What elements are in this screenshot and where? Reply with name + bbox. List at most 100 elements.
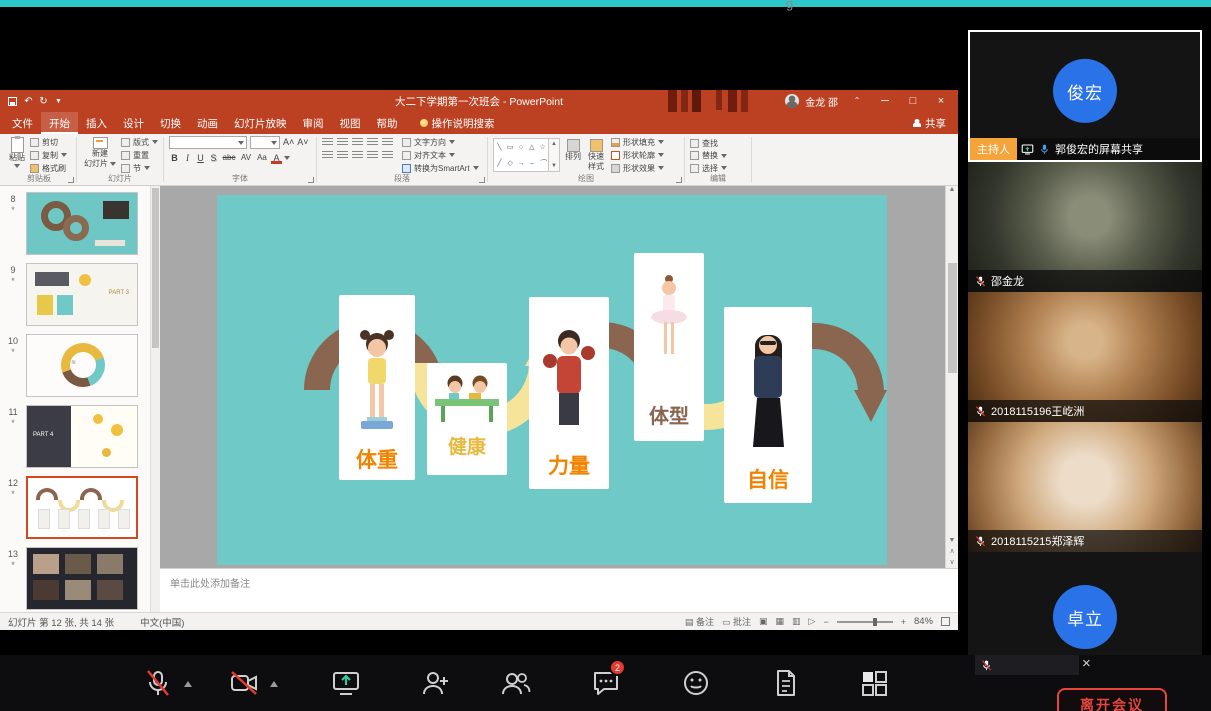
- slide-sorter-view-icon[interactable]: ▦: [776, 616, 785, 627]
- numbering-icon[interactable]: [337, 138, 348, 147]
- tab-file[interactable]: 文件: [4, 112, 41, 134]
- tab-help[interactable]: 帮助: [369, 112, 406, 134]
- bold-button[interactable]: B: [169, 152, 180, 164]
- participant-tile-host[interactable]: 俊宏 主持人 郭俊宏的屏幕共享: [968, 30, 1202, 162]
- reset-button[interactable]: 重置: [121, 149, 158, 161]
- shape-outline-button[interactable]: 形状轮廓: [611, 149, 664, 161]
- replace-button[interactable]: 替换: [690, 150, 727, 161]
- mic-button[interactable]: [142, 667, 174, 699]
- camera-options-icon[interactable]: [270, 681, 278, 687]
- zoom-level[interactable]: 84%: [914, 616, 933, 627]
- slideshow-view-icon[interactable]: ▷: [809, 616, 816, 627]
- dialog-launcher-icon[interactable]: [308, 177, 314, 183]
- canvas-scrollbar[interactable]: ▲ ▼ ∧ ∨: [945, 186, 958, 568]
- text-shadow-button[interactable]: S: [208, 152, 219, 164]
- close-button[interactable]: ×: [928, 90, 954, 112]
- next-slide-button[interactable]: ∨: [949, 558, 954, 566]
- zoom-slider-thumb[interactable]: [873, 618, 877, 626]
- scroll-up-icon[interactable]: ▲: [949, 186, 956, 193]
- participant-tile[interactable]: 2018115196王屹洲: [968, 292, 1202, 422]
- find-button[interactable]: 查找: [690, 138, 727, 149]
- paste-button[interactable]: 粘贴: [7, 136, 27, 174]
- normal-view-icon[interactable]: ▣: [759, 616, 768, 627]
- save-icon[interactable]: [8, 97, 17, 106]
- slide-thumbnail-13[interactable]: [26, 547, 138, 610]
- tab-view[interactable]: 视图: [332, 112, 369, 134]
- bullets-icon[interactable]: [322, 138, 333, 147]
- participants-button[interactable]: [500, 667, 532, 699]
- font-name-combo[interactable]: [169, 136, 247, 149]
- reading-view-icon[interactable]: ▥: [792, 616, 801, 627]
- slide-thumbnail-11[interactable]: PART 4: [26, 405, 138, 468]
- ribbon-display-options-icon[interactable]: ⌃: [844, 90, 870, 112]
- leave-meeting-button[interactable]: 离开会议: [1057, 688, 1167, 711]
- shapes-gallery[interactable]: ╲▭○△☆╱◇→⌣⌒: [493, 138, 549, 172]
- line-spacing-icon[interactable]: [382, 138, 393, 147]
- slide-editing-area[interactable]: 体重 健康: [160, 186, 958, 568]
- cut-button[interactable]: 剪切: [30, 136, 67, 148]
- camera-button[interactable]: [228, 667, 260, 699]
- strikethrough-button[interactable]: abc: [221, 152, 237, 164]
- tab-home[interactable]: 开始: [41, 112, 78, 134]
- scroll-down-icon[interactable]: ▼: [949, 537, 956, 544]
- zoom-slider[interactable]: [837, 621, 893, 623]
- comments-toggle[interactable]: ▭ 批注: [722, 615, 751, 628]
- arrange-button[interactable]: 排列: [563, 136, 583, 174]
- slide-thumbnail-9[interactable]: PART 3: [26, 263, 138, 326]
- align-center-icon[interactable]: [337, 151, 348, 160]
- shapes-gallery-scroll[interactable]: ▲▼: [549, 138, 560, 172]
- tab-animations[interactable]: 动画: [189, 112, 226, 134]
- dialog-launcher-icon[interactable]: [68, 177, 74, 183]
- maximize-button[interactable]: □: [900, 90, 926, 112]
- change-case-button[interactable]: Aa: [255, 152, 269, 164]
- tell-me-search[interactable]: 操作说明搜索: [420, 112, 495, 134]
- quick-styles-button[interactable]: 快速 样式: [586, 136, 606, 174]
- font-size-combo[interactable]: [250, 136, 280, 149]
- columns-icon[interactable]: [382, 151, 393, 160]
- notes-pane[interactable]: 单击此处添加备注: [160, 568, 958, 612]
- layout-button[interactable]: [858, 667, 890, 699]
- layout-button[interactable]: 版式: [121, 136, 158, 148]
- invite-button[interactable]: [420, 667, 452, 699]
- new-slide-button[interactable]: 新建 幻灯片: [82, 136, 118, 174]
- align-text-button[interactable]: 对齐文本: [402, 149, 479, 161]
- tab-slideshow[interactable]: 幻灯片放映: [226, 112, 295, 134]
- share-button[interactable]: 共享: [901, 112, 958, 134]
- slide-thumbnail-10[interactable]: ≋: [26, 334, 138, 397]
- slide-thumbnail-8[interactable]: [26, 192, 138, 255]
- ppt-title-bar[interactable]: ↶ ↻ ▼ 大二下学期第一次班会 - PowerPoint 金龙 邵 ⌃ ─ □…: [0, 90, 958, 112]
- reactions-button[interactable]: [680, 667, 712, 699]
- tab-insert[interactable]: 插入: [78, 112, 115, 134]
- zoom-out-button[interactable]: −: [823, 617, 828, 627]
- docs-button[interactable]: [770, 667, 802, 699]
- dialog-launcher-icon[interactable]: [676, 177, 682, 183]
- fit-slide-icon[interactable]: [941, 617, 950, 626]
- participant-tile[interactable]: 卓立: [968, 552, 1202, 655]
- tab-transitions[interactable]: 切换: [152, 112, 189, 134]
- notes-toggle[interactable]: ▤ 备注: [685, 615, 714, 628]
- language-indicator[interactable]: 中文(中国): [140, 615, 184, 629]
- tab-review[interactable]: 审阅: [295, 112, 332, 134]
- thumbnail-scrollbar[interactable]: [150, 186, 160, 612]
- zoom-in-button[interactable]: +: [901, 617, 906, 627]
- current-slide[interactable]: 体重 健康: [217, 195, 887, 565]
- underline-button[interactable]: U: [195, 152, 206, 164]
- font-color-button[interactable]: A: [271, 152, 282, 164]
- scrollbar-thumb[interactable]: [948, 263, 957, 373]
- participant-tile[interactable]: 2018115215郑泽辉: [968, 422, 1202, 552]
- share-screen-button[interactable]: [330, 667, 362, 699]
- tab-design[interactable]: 设计: [115, 112, 152, 134]
- align-right-icon[interactable]: [352, 151, 363, 160]
- quick-access-more-icon[interactable]: ▼: [51, 98, 66, 105]
- minimize-button[interactable]: ─: [872, 90, 898, 112]
- copy-button[interactable]: 复制: [30, 149, 67, 161]
- text-direction-button[interactable]: 文字方向: [402, 136, 479, 148]
- justify-icon[interactable]: [367, 151, 378, 160]
- increase-indent-icon[interactable]: [367, 138, 378, 147]
- dialog-launcher-icon[interactable]: [479, 177, 485, 183]
- character-spacing-button[interactable]: AV: [239, 152, 253, 164]
- slide-thumbnail-12-selected[interactable]: [26, 476, 138, 539]
- decrease-indent-icon[interactable]: [352, 138, 363, 147]
- redo-icon[interactable]: ↻: [36, 96, 51, 107]
- mic-options-icon[interactable]: [184, 681, 192, 687]
